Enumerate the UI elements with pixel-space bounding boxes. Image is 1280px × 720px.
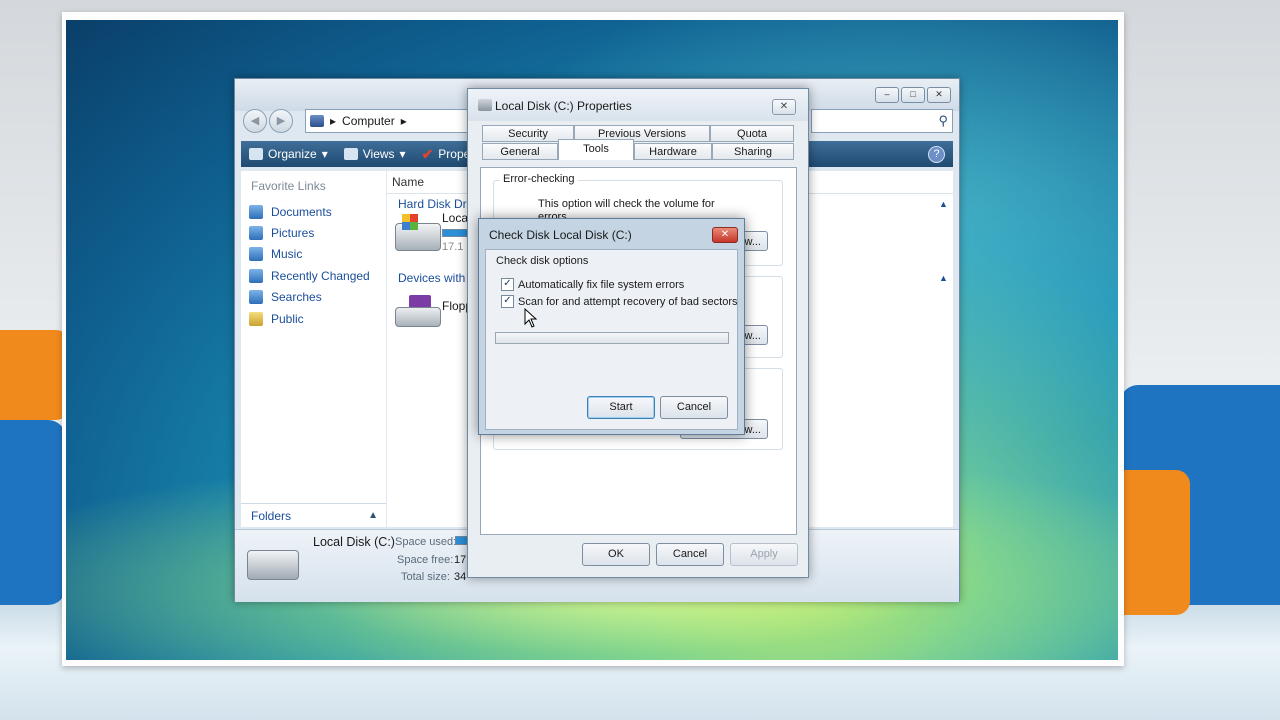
- group-removable[interactable]: Devices with R: [398, 271, 477, 285]
- apply-button: Apply: [730, 543, 798, 566]
- breadcrumb-chevron-icon[interactable]: ▸: [401, 114, 407, 128]
- hard-drive-icon[interactable]: [395, 214, 441, 251]
- fix-errors-label: Automatically fix file system errors: [518, 278, 685, 291]
- views-label: Views: [362, 147, 395, 161]
- organize-label: Organize: [268, 147, 317, 161]
- tab-hardware[interactable]: Hardware: [634, 143, 712, 160]
- folders-label: Folders: [251, 509, 292, 523]
- music-icon: [249, 247, 263, 262]
- orange-cushion-left: [0, 330, 70, 420]
- breadcrumb-computer[interactable]: Computer: [342, 114, 395, 128]
- space-free-label: Space free:: [397, 554, 454, 566]
- collapse-chevron-icon[interactable]: ▲: [939, 199, 948, 209]
- breadcrumb-chevron-icon: ▸: [330, 114, 337, 128]
- check-disk-dialog: Check Disk Local Disk (C:) ✕ Check disk …: [478, 218, 745, 435]
- option-fix-errors[interactable]: ✓ Automatically fix file system errors: [501, 278, 684, 291]
- total-size-label: Total size:: [401, 571, 450, 583]
- option-scan-sectors[interactable]: ✓ Scan for and attempt recovery of bad s…: [501, 295, 738, 308]
- search-input[interactable]: ⚲: [811, 109, 953, 133]
- dropdown-arrow-icon: ▾: [399, 147, 406, 161]
- views-icon: [343, 148, 358, 160]
- folders-toggle[interactable]: Folders ▲: [241, 503, 386, 527]
- error-checking-text: This option will check the volume for: [538, 198, 715, 210]
- documents-icon: [249, 204, 263, 219]
- nav-buttons: ◀ ▶: [243, 109, 293, 133]
- column-name[interactable]: Name: [392, 175, 424, 189]
- fav-item-searches[interactable]: Searches: [249, 287, 370, 308]
- local-disk-free: 17.1: [442, 241, 464, 253]
- checkmark-icon: ✔: [421, 145, 434, 162]
- error-checking-label: Error-checking: [500, 173, 578, 185]
- tab-quota[interactable]: Quota: [710, 125, 794, 142]
- fav-item-pictures[interactable]: Pictures: [249, 222, 370, 243]
- fav-item-public[interactable]: Public: [249, 308, 370, 329]
- search-icon[interactable]: ⚲: [938, 113, 948, 129]
- windows-logo-icon: [402, 214, 418, 230]
- fix-errors-checkbox[interactable]: ✓: [501, 278, 514, 291]
- fav-item-music[interactable]: Music: [249, 244, 370, 265]
- searches-icon: [249, 290, 263, 305]
- computer-icon: [310, 115, 324, 127]
- tab-tools[interactable]: Tools: [558, 139, 634, 160]
- tab-general[interactable]: General: [482, 143, 558, 160]
- start-button[interactable]: Start: [587, 396, 655, 419]
- favorite-links-list: Documents Pictures Music Recently Change…: [249, 201, 370, 329]
- space-used-label: Space used:: [395, 536, 457, 548]
- drive-icon: [478, 99, 492, 111]
- floppy-drive-icon[interactable]: [395, 295, 441, 327]
- blue-couch-left: [0, 420, 66, 605]
- total-size-value: 34: [454, 571, 467, 583]
- close-icon[interactable]: ✕: [772, 99, 796, 115]
- pictures-icon: [249, 226, 263, 241]
- organize-icon: [249, 148, 263, 160]
- ok-button[interactable]: OK: [582, 543, 650, 566]
- dropdown-arrow-icon: ▾: [321, 147, 328, 161]
- properties-titlebar: Local Disk (C:) Properties ✕: [468, 89, 808, 121]
- check-disk-title: Check Disk Local Disk (C:): [489, 228, 632, 242]
- hard-drive-icon: [247, 550, 299, 580]
- details-drive-name: Local Disk (C:): [313, 535, 395, 549]
- forward-button[interactable]: ▶: [269, 109, 293, 133]
- window-controls: – □ ✕: [875, 87, 951, 103]
- organize-button[interactable]: Organize ▾: [249, 147, 328, 161]
- help-icon[interactable]: ?: [928, 146, 945, 163]
- check-disk-options-label: Check disk options: [496, 255, 589, 267]
- collapse-chevron-icon[interactable]: ▲: [939, 273, 948, 283]
- check-disk-progress-bar: [495, 332, 729, 344]
- scan-sectors-label: Scan for and attempt recovery of bad sec…: [518, 295, 738, 308]
- close-button[interactable]: ✕: [927, 87, 951, 103]
- cancel-button[interactable]: Cancel: [656, 543, 724, 566]
- back-button[interactable]: ◀: [243, 109, 267, 133]
- fav-label: Public: [271, 311, 304, 326]
- fav-label: Pictures: [271, 226, 315, 241]
- fav-label: Searches: [271, 290, 322, 305]
- views-button[interactable]: Views ▾: [343, 147, 406, 161]
- minimize-button[interactable]: –: [875, 87, 899, 103]
- tab-sharing[interactable]: Sharing: [712, 143, 794, 160]
- maximize-button[interactable]: □: [901, 87, 925, 103]
- chevron-up-icon[interactable]: ▲: [368, 504, 378, 528]
- navigation-pane: Favorite Links Documents Pictures Music …: [241, 171, 386, 503]
- fav-item-documents[interactable]: Documents: [249, 201, 370, 222]
- fav-label: Recently Changed: [271, 268, 370, 283]
- properties-title: Local Disk (C:) Properties: [495, 99, 632, 113]
- fav-label: Documents: [271, 204, 332, 219]
- scan-sectors-checkbox[interactable]: ✓: [501, 295, 514, 308]
- favorite-links-header: Favorite Links: [251, 179, 326, 193]
- folder-icon: [249, 311, 263, 326]
- fav-item-recently-changed[interactable]: Recently Changed: [249, 265, 370, 286]
- cancel-button[interactable]: Cancel: [660, 396, 728, 419]
- close-icon[interactable]: ✕: [712, 227, 738, 243]
- fav-label: Music: [271, 247, 303, 262]
- recently-changed-icon: [249, 268, 263, 283]
